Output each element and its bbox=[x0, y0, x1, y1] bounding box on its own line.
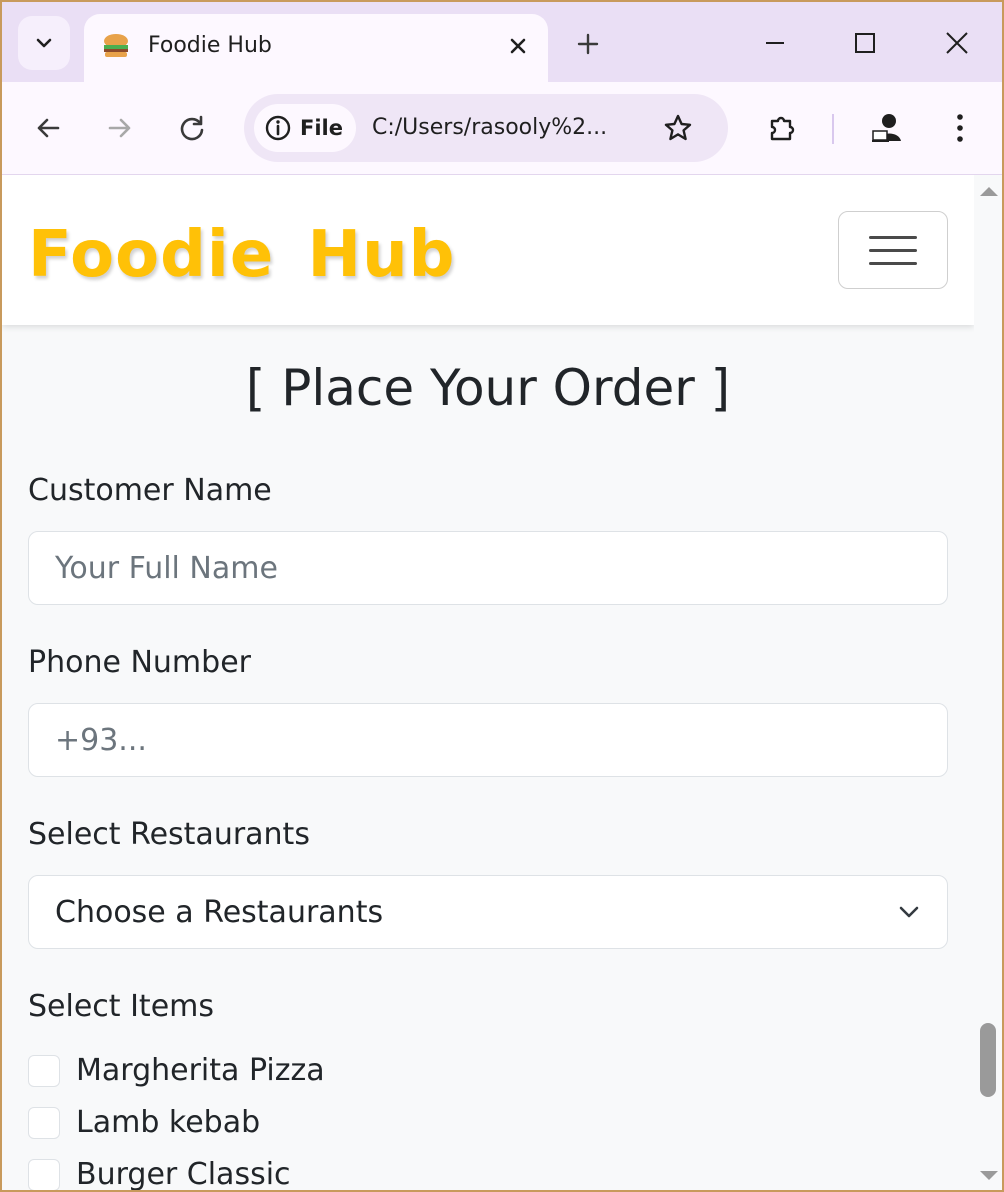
close-window-button[interactable] bbox=[934, 22, 980, 64]
hamburger-line-icon bbox=[869, 261, 917, 265]
item-label: Margherita Pizza bbox=[76, 1053, 325, 1088]
arrow-left-icon bbox=[37, 118, 60, 138]
reload-button[interactable] bbox=[170, 106, 214, 150]
file-chip-label: File bbox=[300, 116, 343, 140]
puzzle-icon bbox=[770, 116, 795, 141]
minimize-icon bbox=[766, 42, 784, 44]
chevron-down-icon bbox=[899, 906, 919, 918]
hamburger-line-icon bbox=[869, 235, 917, 239]
item-label: Lamb kebab bbox=[76, 1105, 261, 1140]
site-info-chip[interactable]: File bbox=[254, 104, 356, 152]
item-option[interactable]: Margherita Pizza bbox=[28, 1053, 325, 1089]
page-scrollbar[interactable] bbox=[974, 175, 1002, 1190]
item-option[interactable]: Lamb kebab bbox=[28, 1105, 260, 1141]
tab-strip: Foodie Hub bbox=[2, 2, 1002, 84]
extensions-button[interactable] bbox=[760, 106, 804, 150]
chevron-down-icon bbox=[36, 38, 52, 48]
customer-name-input[interactable] bbox=[28, 531, 948, 605]
page-title: [ Place Your Order ] bbox=[245, 359, 731, 417]
item-checkbox[interactable] bbox=[28, 1159, 60, 1190]
scroll-up-arrow-icon[interactable] bbox=[980, 187, 998, 196]
plus-icon bbox=[577, 33, 599, 55]
customer-name-label: Customer Name bbox=[28, 473, 272, 508]
phone-number-label: Phone Number bbox=[28, 645, 251, 680]
star-icon bbox=[664, 114, 692, 141]
burger-favicon-icon bbox=[104, 34, 128, 57]
items-label: Select Items bbox=[28, 989, 215, 1024]
more-vert-icon bbox=[957, 114, 963, 142]
restaurant-label: Select Restaurants bbox=[28, 817, 310, 852]
tab-title: Foodie Hub bbox=[148, 33, 272, 58]
item-option[interactable]: Burger Classic bbox=[28, 1157, 291, 1190]
tab-close-button[interactable] bbox=[502, 30, 534, 62]
maximize-icon bbox=[855, 33, 875, 53]
restaurant-select[interactable]: Choose a Restaurants bbox=[28, 875, 948, 949]
bookmark-button[interactable] bbox=[658, 108, 698, 148]
address-bar[interactable]: File C:/Users/rasooly%2... bbox=[244, 94, 728, 162]
new-tab-button[interactable] bbox=[568, 24, 608, 64]
item-checkbox[interactable] bbox=[28, 1107, 60, 1139]
url-text[interactable]: C:/Users/rasooly%2... bbox=[372, 114, 607, 142]
back-button[interactable] bbox=[26, 106, 70, 150]
maximize-button[interactable] bbox=[842, 22, 888, 64]
hamburger-line-icon bbox=[869, 248, 917, 252]
menu-button[interactable] bbox=[938, 106, 982, 150]
reload-icon bbox=[180, 115, 204, 141]
scrollbar-thumb[interactable] bbox=[980, 1023, 996, 1097]
info-icon bbox=[265, 115, 291, 141]
profile-button[interactable] bbox=[866, 106, 910, 150]
restaurant-select-value: Choose a Restaurants bbox=[55, 894, 384, 930]
phone-number-input[interactable] bbox=[28, 703, 948, 777]
scroll-down-arrow-icon[interactable] bbox=[980, 1171, 998, 1180]
close-icon bbox=[510, 38, 526, 54]
minimize-button[interactable] bbox=[752, 22, 798, 64]
avatar-icon bbox=[872, 114, 901, 142]
active-tab[interactable]: Foodie Hub bbox=[84, 14, 548, 84]
page-viewport: Foodie Hub [ Place Your Order ] Customer… bbox=[2, 175, 974, 1190]
brand-logo[interactable]: Foodie Hub bbox=[28, 215, 455, 295]
navbar-toggle-button[interactable] bbox=[838, 211, 948, 289]
arrow-right-icon bbox=[108, 118, 131, 138]
forward-button[interactable] bbox=[98, 106, 142, 150]
site-navbar: Foodie Hub bbox=[2, 175, 974, 325]
close-icon bbox=[946, 32, 968, 54]
item-label: Burger Classic bbox=[76, 1157, 291, 1190]
browser-window: Foodie Hub File C:/Users/rasooly%2... Fo… bbox=[2, 2, 1002, 1190]
tab-search-button[interactable] bbox=[18, 16, 70, 70]
item-checkbox[interactable] bbox=[28, 1055, 60, 1087]
browser-toolbar: File C:/Users/rasooly%2... bbox=[2, 82, 1002, 174]
toolbar-divider bbox=[832, 114, 834, 144]
